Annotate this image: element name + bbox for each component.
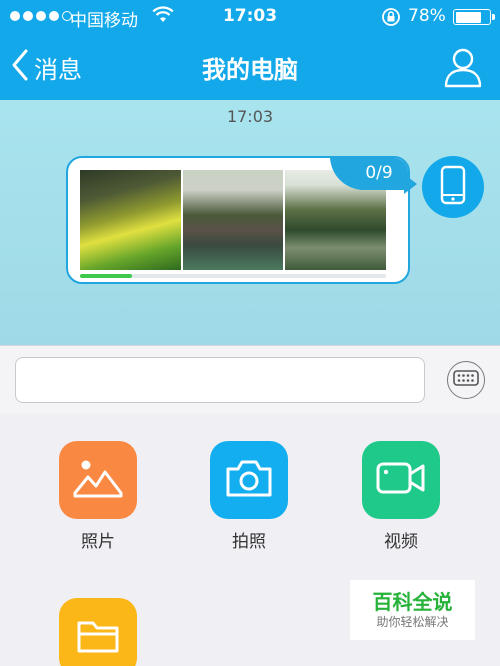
file-button[interactable] <box>58 598 138 666</box>
keyboard-button[interactable] <box>447 361 485 399</box>
camera-label: 拍照 <box>232 532 266 552</box>
file-tile <box>59 598 137 666</box>
page-title: 我的电脑 <box>202 56 298 84</box>
video-camera-icon <box>375 458 427 502</box>
bubble-tail <box>404 174 417 194</box>
photos-tile <box>59 441 137 519</box>
phone-icon <box>440 165 466 209</box>
rotation-lock-icon <box>381 7 401 32</box>
video-tile <box>362 441 440 519</box>
status-bar: 中国移动 17:03 78% <box>0 0 500 34</box>
photo-message-bubble[interactable]: 0/9 <box>66 156 410 284</box>
camera-button[interactable]: 拍照 <box>209 441 289 552</box>
photo-thumbnail[interactable] <box>182 170 284 270</box>
battery-percent: 78% <box>408 6 446 26</box>
video-label: 视频 <box>384 532 418 552</box>
image-icon <box>72 456 124 504</box>
keyboard-icon <box>453 370 479 390</box>
video-button[interactable]: 视频 <box>361 441 441 552</box>
sender-avatar[interactable] <box>422 156 484 218</box>
message-input[interactable] <box>15 357 425 403</box>
upload-progress-fill <box>80 274 133 278</box>
battery-icon <box>453 9 495 25</box>
upload-progress-bar <box>80 274 386 278</box>
camera-tile <box>210 441 288 519</box>
message-timestamp: 17:03 <box>226 107 274 126</box>
camera-icon <box>224 457 274 503</box>
photos-label: 照片 <box>81 532 115 552</box>
photos-button[interactable]: 照片 <box>58 441 138 552</box>
nav-bar: 消息 我的电脑 <box>0 34 500 100</box>
watermark: 百科全说 助你轻松解决 <box>350 580 475 640</box>
person-icon <box>440 48 486 94</box>
input-bar <box>0 345 500 413</box>
watermark-subtitle: 助你轻松解决 <box>376 615 449 629</box>
header: 中国移动 17:03 78% 消息 我的电脑 <box>0 0 500 100</box>
folder-icon <box>75 615 121 659</box>
photo-thumbnail[interactable] <box>80 170 181 270</box>
profile-button[interactable] <box>440 44 486 90</box>
photo-strip <box>80 170 387 270</box>
watermark-title: 百科全说 <box>372 590 453 614</box>
chat-area: 17:03 0/9 <box>0 100 500 345</box>
